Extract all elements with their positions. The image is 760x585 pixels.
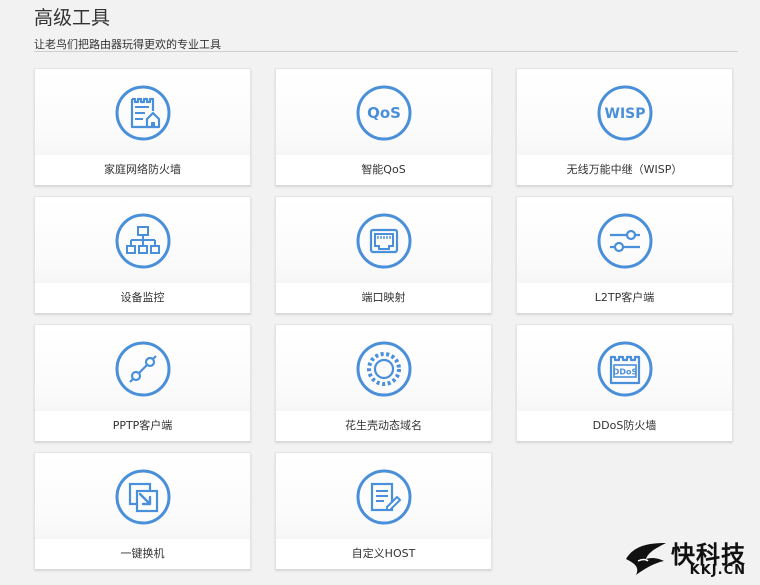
- tool-label: L2TP客户端: [517, 283, 732, 313]
- tool-label: 花生壳动态域名: [276, 411, 491, 441]
- tool-label: 端口映射: [276, 283, 491, 313]
- tool-card-one-click-swap[interactable]: 一键换机: [34, 452, 251, 569]
- tool-label: PPTP客户端: [35, 411, 250, 441]
- qos-icon: QoS: [356, 85, 412, 141]
- tool-label: 自定义HOST: [276, 539, 491, 569]
- tool-card-device-monitor[interactable]: 设备监控: [34, 196, 251, 313]
- tool-card-qos[interactable]: QoS 智能QoS: [275, 68, 492, 185]
- tool-label: 智能QoS: [276, 155, 491, 185]
- watermark-subtext: KKJ.CN: [690, 563, 746, 578]
- tool-card-custom-host[interactable]: 自定义HOST: [275, 452, 492, 569]
- tool-card-wisp[interactable]: WISP 无线万能中继（WISP）: [516, 68, 733, 185]
- tool-label: 无线万能中继（WISP）: [517, 155, 732, 185]
- l2tp-sliders-icon: [597, 213, 653, 269]
- tool-card-home-firewall[interactable]: 家庭网络防火墙: [34, 68, 251, 185]
- device-monitor-icon: [115, 213, 171, 269]
- page-title: 高级工具: [34, 6, 740, 30]
- watermark-logo: 快科技 KKJ.CN: [624, 531, 754, 581]
- tool-label: 设备监控: [35, 283, 250, 313]
- ddns-ring-icon: [356, 341, 412, 397]
- tool-card-pptp[interactable]: PPTP客户端: [34, 324, 251, 441]
- tool-label: 家庭网络防火墙: [35, 155, 250, 185]
- custom-host-icon: [356, 469, 412, 525]
- swallow-logo-icon: [624, 539, 668, 577]
- tool-label: DDoS防火墙: [517, 411, 732, 441]
- tool-card-ddos[interactable]: DDoS DDoS防火墙: [516, 324, 733, 441]
- ddos-firewall-icon: DDoS: [597, 341, 653, 397]
- tool-card-l2tp[interactable]: L2TP客户端: [516, 196, 733, 313]
- port-mapping-icon: [356, 213, 412, 269]
- pptp-link-icon: [115, 341, 171, 397]
- one-click-swap-icon: [115, 469, 171, 525]
- tool-label: 一键换机: [35, 539, 250, 569]
- page-subtitle: 让老鸟们把路由器玩得更欢的专业工具: [34, 36, 740, 52]
- svg-text:WISP: WISP: [604, 106, 645, 122]
- page-header: 高级工具 让老鸟们把路由器玩得更欢的专业工具: [34, 6, 740, 52]
- svg-text:DDoS: DDoS: [612, 368, 637, 377]
- svg-text:QoS: QoS: [367, 104, 401, 122]
- tool-card-port-mapping[interactable]: 端口映射: [275, 196, 492, 313]
- home-firewall-icon: [115, 85, 171, 141]
- header-divider: [34, 51, 738, 52]
- wisp-icon: WISP: [597, 85, 653, 141]
- tool-card-ddns[interactable]: 花生壳动态域名: [275, 324, 492, 441]
